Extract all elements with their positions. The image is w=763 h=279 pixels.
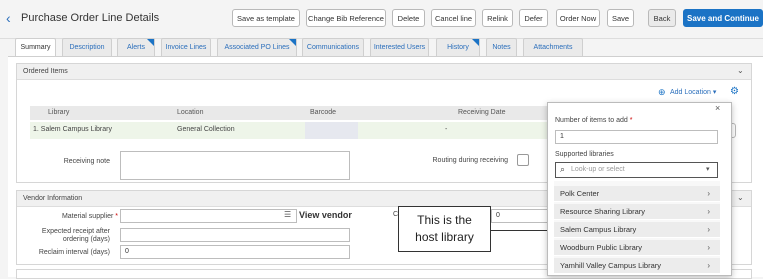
chevron-right-icon: › bbox=[707, 189, 710, 198]
reclaim-interval-value: 0 bbox=[125, 248, 129, 255]
material-supplier-text: Material supplier bbox=[61, 213, 114, 220]
back-button[interactable]: Back bbox=[648, 9, 676, 27]
tab-associated-po-lines[interactable]: Associated PO Lines bbox=[217, 38, 297, 56]
annotation-line2: host library bbox=[415, 230, 474, 244]
close-icon[interactable]: × bbox=[715, 103, 720, 113]
save-and-continue-button[interactable]: Save and Continue bbox=[683, 9, 763, 27]
routing-label: Routing during receiving bbox=[432, 157, 509, 164]
add-location-button[interactable]: Add Location ▾ bbox=[670, 88, 716, 96]
library-name: Woodburn Public Library bbox=[560, 243, 642, 252]
change-bib-reference-button[interactable]: Change Bib Reference bbox=[306, 9, 386, 27]
expected-receipt-line1: Expected receipt after bbox=[41, 228, 110, 235]
material-supplier-field[interactable] bbox=[120, 209, 297, 223]
tab-history[interactable]: History bbox=[436, 38, 480, 56]
tab-summary[interactable]: Summary bbox=[15, 38, 56, 56]
section-title: Vendor Information bbox=[23, 195, 83, 202]
library-name: Yamhill Valley Campus Library bbox=[560, 261, 662, 270]
other-field[interactable]: 0 bbox=[491, 209, 551, 223]
column-header-receiving-date: Receiving Date bbox=[458, 109, 506, 116]
annotation-pointer-line bbox=[491, 230, 555, 231]
chevron-right-icon: › bbox=[707, 207, 710, 216]
reclaim-interval-label: Reclaim interval (days) bbox=[38, 249, 110, 256]
tab-description[interactable]: Description bbox=[62, 38, 112, 56]
library-search-placeholder: Look-up or select bbox=[571, 166, 625, 173]
tab-alerts[interactable]: Alerts bbox=[117, 38, 155, 56]
number-label-text: Number of items to add bbox=[555, 117, 628, 124]
tab-communications[interactable]: Communications bbox=[302, 38, 364, 56]
chevron-down-icon[interactable]: ⌄ bbox=[737, 66, 744, 75]
receiving-note-label: Receiving note bbox=[63, 158, 110, 165]
list-item[interactable]: Woodburn Public Library › bbox=[554, 240, 720, 256]
chevron-right-icon: › bbox=[707, 261, 710, 270]
chevron-down-icon[interactable]: ⌄ bbox=[737, 193, 744, 202]
number-of-items-value: 1 bbox=[560, 133, 564, 140]
tab-invoice-lines[interactable]: Invoice Lines bbox=[161, 38, 211, 56]
flag-icon bbox=[472, 39, 479, 46]
flag-icon bbox=[289, 39, 296, 46]
receiving-note-field[interactable] bbox=[120, 151, 350, 180]
list-item[interactable]: Resource Sharing Library › bbox=[554, 204, 720, 220]
tab-history-label: History bbox=[447, 44, 469, 51]
relink-button[interactable]: Relink bbox=[482, 9, 513, 27]
expected-receipt-label: Expected receipt after ordering (days) bbox=[30, 228, 110, 244]
routing-checkbox[interactable] bbox=[517, 154, 529, 166]
list-item[interactable]: Salem Campus Library › bbox=[554, 222, 720, 238]
delete-button[interactable]: Delete bbox=[392, 9, 425, 27]
row-receiving-date: - bbox=[445, 126, 448, 133]
flag-icon bbox=[147, 39, 154, 46]
tab-alerts-label: Alerts bbox=[127, 44, 145, 51]
list-item[interactable]: Polk Center › bbox=[554, 186, 720, 202]
expected-receipt-line2: ordering (days) bbox=[62, 236, 110, 243]
page-title: Purchase Order Line Details bbox=[21, 12, 160, 24]
plus-circle-icon: ⊕ bbox=[658, 87, 666, 97]
add-location-label: Add Location bbox=[670, 89, 711, 96]
library-name: Polk Center bbox=[560, 189, 600, 198]
expected-receipt-field[interactable] bbox=[120, 228, 350, 242]
barcode-cell-shade bbox=[305, 122, 358, 139]
row-location: General Collection bbox=[177, 126, 235, 133]
list-item[interactable]: Yamhill Valley Campus Library › bbox=[554, 258, 720, 274]
chevron-right-icon: › bbox=[707, 243, 710, 252]
section-title: Ordered Items bbox=[23, 68, 68, 75]
defer-button[interactable]: Defer bbox=[519, 9, 548, 27]
tab-associated-label: Associated PO Lines bbox=[224, 44, 290, 51]
column-header-barcode: Barcode bbox=[310, 109, 337, 116]
library-name: Salem Campus Library bbox=[560, 225, 637, 234]
reclaim-interval-field[interactable]: 0 bbox=[120, 245, 350, 259]
ordered-items-header: Ordered Items bbox=[17, 64, 751, 80]
number-of-items-field[interactable]: 1 bbox=[555, 130, 718, 144]
view-vendor-link[interactable]: View vendor bbox=[299, 210, 352, 220]
material-supplier-label: Material supplier * bbox=[61, 213, 118, 220]
dropdown-caret-icon[interactable]: ▾ bbox=[706, 165, 710, 173]
annotation-box: This is the host library bbox=[398, 206, 491, 252]
list-icon[interactable]: ☰ bbox=[284, 210, 291, 219]
library-name: Resource Sharing Library bbox=[560, 207, 646, 216]
supported-libraries-label: Supported libraries bbox=[555, 151, 614, 158]
tab-notes[interactable]: Notes bbox=[486, 38, 517, 56]
save-as-template-button[interactable]: Save as template bbox=[232, 9, 300, 27]
column-header-library: Library bbox=[48, 109, 70, 116]
search-icon: ⌕ bbox=[560, 164, 566, 174]
cancel-line-button[interactable]: Cancel line bbox=[431, 9, 476, 27]
gear-icon[interactable]: ⚙ bbox=[730, 86, 739, 97]
tab-attachments[interactable]: Attachments bbox=[523, 38, 583, 56]
chevron-right-icon: › bbox=[707, 225, 710, 234]
row-library: 1. Salem Campus Library bbox=[33, 126, 112, 133]
save-button[interactable]: Save bbox=[607, 9, 634, 27]
order-now-button[interactable]: Order Now bbox=[556, 9, 600, 27]
back-arrow-icon[interactable]: ‹ bbox=[6, 11, 11, 25]
tab-interested-users[interactable]: Interested Users bbox=[370, 38, 429, 56]
other-value: 0 bbox=[496, 212, 500, 219]
column-header-location: Location bbox=[177, 109, 204, 116]
annotation-line1: This is the bbox=[417, 213, 472, 227]
number-of-items-label: Number of items to add * bbox=[555, 117, 633, 124]
